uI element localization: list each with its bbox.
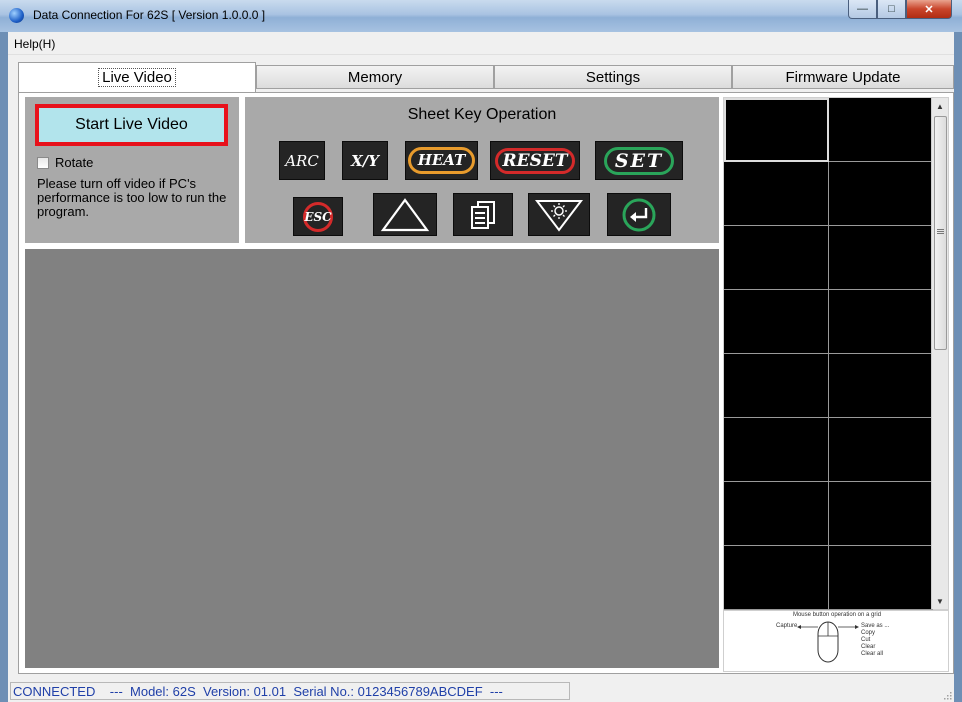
grid-cell[interactable]: [724, 418, 829, 482]
scroll-up-icon[interactable]: ▲: [932, 98, 948, 114]
copy-pages-icon: [471, 200, 495, 229]
help-capture-label: Capture: [776, 623, 798, 629]
scroll-thumb[interactable]: [934, 116, 947, 350]
connection-status: CONNECTED: [13, 683, 96, 699]
sheet-key-title: Sheet Key Operation: [407, 106, 557, 123]
resize-grip-icon[interactable]: [942, 690, 952, 700]
maximize-button[interactable]: □: [877, 0, 906, 19]
app-icon: [9, 8, 24, 23]
grid-cell[interactable]: [829, 290, 933, 354]
grid-cell[interactable]: [829, 162, 933, 226]
enter-icon: [622, 198, 656, 231]
help-menu-list: Save as ... Copy Cut Clear Clear all: [861, 623, 890, 657]
tab-strip: Live Video Memory Settings Firmware Upda…: [18, 62, 954, 92]
checkbox-box[interactable]: [37, 156, 49, 169]
start-live-video-button[interactable]: Start Live Video: [35, 104, 228, 146]
esc-icon: ESC: [303, 201, 333, 232]
key-page[interactable]: [453, 193, 513, 236]
grid-cell[interactable]: [829, 418, 933, 482]
grid-scrollbar[interactable]: ▲ ▼: [931, 98, 948, 609]
capture-grid[interactable]: ▲ ▼: [723, 97, 949, 610]
grid-cell[interactable]: [724, 354, 829, 418]
grid-cell[interactable]: [829, 98, 933, 162]
key-heat[interactable]: HEAT: [405, 141, 478, 180]
window-title: Data Connection For 62S [ Version 1.0.0.…: [33, 8, 266, 22]
device-info: --- Model: 62S Version: 01.01 Serial No.…: [109, 683, 503, 699]
performance-warning: Please turn off video if PC's performanc…: [37, 176, 227, 219]
key-xy[interactable]: X/Y: [342, 141, 388, 180]
close-button[interactable]: ✕: [906, 0, 952, 19]
grid-cell[interactable]: [724, 98, 829, 162]
tab-memory[interactable]: Memory: [256, 65, 494, 89]
brightness-icon: [534, 199, 584, 232]
grid-cell[interactable]: [829, 354, 933, 418]
live-video-display: [25, 249, 719, 668]
status-text: CONNECTED --- Model: 62S Version: 01.01 …: [10, 682, 570, 700]
grid-cell[interactable]: [724, 546, 829, 610]
mouse-icon: [797, 621, 859, 663]
grid-cell[interactable]: [724, 162, 829, 226]
key-arc[interactable]: ARC: [279, 141, 325, 180]
grid-cell[interactable]: [724, 482, 829, 546]
grid-cell[interactable]: [724, 226, 829, 290]
sheet-key-panel: Sheet Key Operation ARC X/Y HEAT RESET S…: [245, 97, 719, 243]
tab-settings[interactable]: Settings: [494, 65, 732, 89]
grid-cell[interactable]: [829, 226, 933, 290]
key-enter[interactable]: [607, 193, 671, 236]
grid-mouse-help: Mouse button operation on a grid Capture…: [723, 610, 949, 672]
grid-help-title: Mouse button operation on a grid: [792, 612, 882, 618]
live-video-pane: Start Live Video Rotate Please turn off …: [18, 92, 954, 674]
client-area: Help(H) Live Video Memory Settings Firmw…: [8, 32, 954, 702]
status-bar: CONNECTED --- Model: 62S Version: 01.01 …: [8, 680, 954, 702]
video-control-panel: Start Live Video Rotate Please turn off …: [25, 97, 239, 243]
scroll-down-icon[interactable]: ▼: [932, 593, 948, 609]
minimize-button[interactable]: —: [848, 0, 877, 19]
title-bar[interactable]: Data Connection For 62S [ Version 1.0.0.…: [0, 0, 962, 32]
tab-live-video[interactable]: Live Video: [18, 62, 256, 92]
grid-cell[interactable]: [829, 482, 933, 546]
tab-firmware-update[interactable]: Firmware Update: [732, 65, 954, 89]
key-reset[interactable]: RESET: [490, 141, 580, 180]
rotate-label: Rotate: [55, 155, 94, 170]
key-set[interactable]: SET: [595, 141, 683, 180]
key-backlight[interactable]: [528, 193, 590, 236]
menu-bar: Help(H): [8, 32, 954, 55]
menu-help[interactable]: Help(H): [14, 37, 55, 51]
triangle-up-icon: [380, 197, 430, 231]
key-up[interactable]: [373, 193, 437, 236]
grid-cell[interactable]: [724, 290, 829, 354]
key-esc[interactable]: ESC: [293, 197, 343, 236]
window-controls: — □ ✕: [848, 0, 952, 20]
app-window: Data Connection For 62S [ Version 1.0.0.…: [0, 0, 962, 702]
rotate-checkbox[interactable]: Rotate: [37, 155, 93, 170]
grid-cell[interactable]: [829, 546, 933, 610]
